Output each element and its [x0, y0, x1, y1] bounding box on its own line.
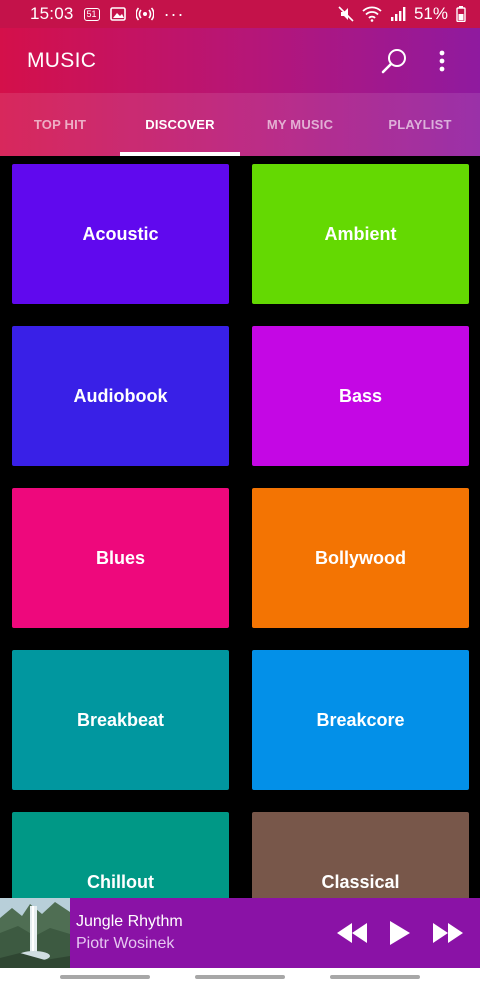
- genre-tile-breakcore[interactable]: Breakcore: [252, 650, 469, 790]
- fast-forward-icon: [433, 923, 463, 943]
- status-bar: 15:03 51 ··· 51%: [0, 0, 480, 28]
- app-title: MUSIC: [27, 48, 97, 72]
- toolbar: MUSIC: [0, 28, 480, 93]
- genre-tile-acoustic[interactable]: Acoustic: [12, 164, 229, 304]
- nav-home-handle[interactable]: [195, 975, 285, 979]
- battery-icon: [456, 6, 466, 22]
- image-icon: [109, 7, 126, 21]
- cast-signal-icon: [135, 7, 154, 21]
- genre-tile-bollywood[interactable]: Bollywood: [252, 488, 469, 628]
- album-art[interactable]: [0, 898, 70, 968]
- rewind-button[interactable]: [328, 909, 376, 957]
- notification-badge: 51: [83, 7, 100, 21]
- genre-tile-bass[interactable]: Bass: [252, 326, 469, 466]
- mute-icon: [338, 6, 354, 22]
- rewind-icon: [337, 923, 367, 943]
- status-time: 15:03: [30, 4, 74, 23]
- more-vert-icon: [439, 50, 445, 71]
- play-icon: [390, 921, 410, 945]
- status-overflow: ···: [163, 3, 185, 24]
- mini-player[interactable]: Jungle Rhythm Piotr Wosinek: [0, 898, 480, 968]
- search-button[interactable]: [370, 37, 418, 85]
- wifi-icon: [362, 6, 382, 22]
- genre-tile-breakbeat[interactable]: Breakbeat: [12, 650, 229, 790]
- app-header: MUSIC TOP HIT DISCOVER MY MUSIC PLAYLIST: [0, 28, 480, 156]
- genre-grid: Acoustic Ambient Audiobook Bass Blues Bo…: [0, 156, 480, 898]
- battery-percent: 51%: [413, 4, 448, 23]
- fast-forward-button[interactable]: [424, 909, 472, 957]
- search-icon: [381, 48, 406, 73]
- genre-tile-ambient[interactable]: Ambient: [252, 164, 469, 304]
- track-info[interactable]: Jungle Rhythm Piotr Wosinek: [70, 912, 328, 954]
- system-nav-bar: [0, 968, 480, 986]
- more-options-button[interactable]: [418, 37, 466, 85]
- tab-my-music[interactable]: MY MUSIC: [240, 93, 360, 156]
- tab-top-hit[interactable]: TOP HIT: [0, 93, 120, 156]
- nav-back-handle[interactable]: [330, 975, 420, 979]
- nav-recents-handle[interactable]: [60, 975, 150, 979]
- genre-tile-classical[interactable]: Classical: [252, 812, 469, 898]
- tab-playlist[interactable]: PLAYLIST: [360, 93, 480, 156]
- genre-tile-audiobook[interactable]: Audiobook: [12, 326, 229, 466]
- track-artist: Piotr Wosinek: [76, 935, 175, 952]
- play-button[interactable]: [376, 909, 424, 957]
- track-title: Jungle Rhythm: [76, 913, 183, 930]
- genre-tile-blues[interactable]: Blues: [12, 488, 229, 628]
- genre-tile-chillout[interactable]: Chillout: [12, 812, 229, 898]
- tab-discover[interactable]: DISCOVER: [120, 93, 240, 156]
- cell-signal-icon: [390, 7, 406, 21]
- tab-bar: TOP HIT DISCOVER MY MUSIC PLAYLIST: [0, 93, 480, 156]
